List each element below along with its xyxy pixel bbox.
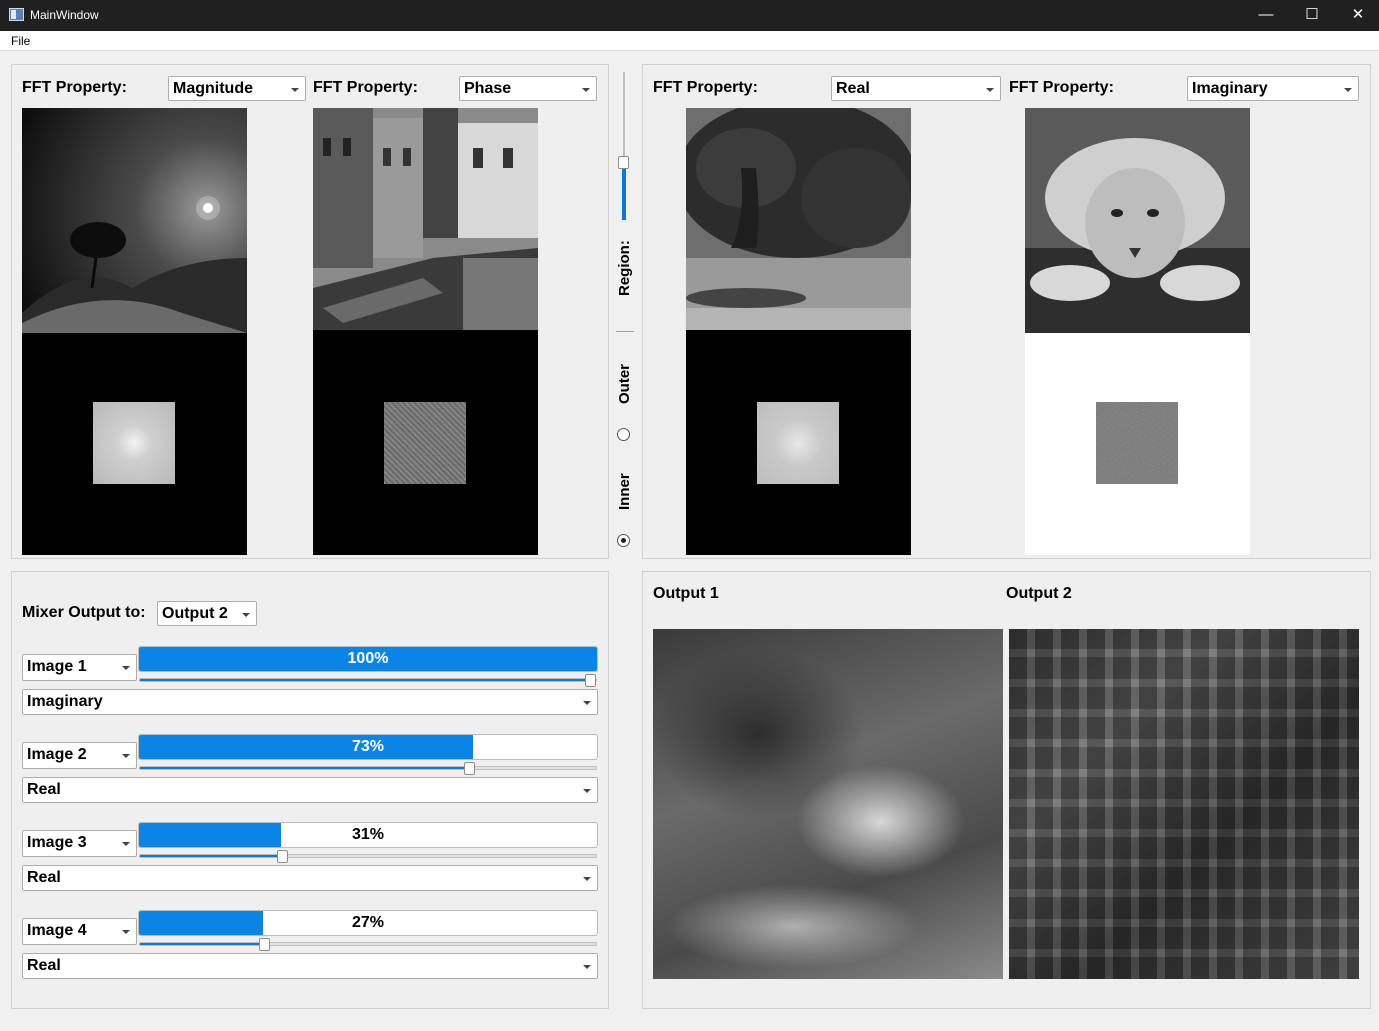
mixer-weight-slider-2[interactable] — [139, 766, 597, 770]
mixer-image-select-4[interactable]: Image 4 — [22, 918, 137, 945]
mixer-weight-text-4: 27% — [351, 914, 385, 931]
fft-property-select-2[interactable]: Phase — [459, 76, 597, 101]
mixer-image-select-1[interactable]: Image 1 — [22, 654, 137, 681]
mixer-weight-slider-1[interactable] — [139, 678, 597, 682]
output-2-view[interactable] — [1009, 629, 1359, 979]
fft-3-view[interactable] — [686, 330, 911, 555]
app-icon — [9, 8, 24, 21]
image-4-view[interactable] — [1025, 108, 1250, 333]
region-label: Region: — [616, 240, 633, 296]
region-divider — [616, 331, 634, 332]
fft-property-select-3[interactable]: Real — [831, 76, 1001, 101]
close-button[interactable]: ✕ — [1335, 0, 1379, 31]
mixer-output-label: Mixer Output to: — [22, 604, 146, 621]
inner-label: Inner — [616, 473, 633, 510]
menu-file[interactable]: File — [11, 34, 30, 48]
mixer-weight-bar-2: 73% — [138, 734, 598, 760]
mixer-component-select-4[interactable]: Real — [22, 953, 598, 979]
fft-2-region — [384, 402, 466, 484]
region-slider[interactable] — [622, 72, 626, 220]
fft-4-region — [1096, 402, 1178, 484]
fft-property-select-4[interactable]: Imaginary — [1187, 76, 1359, 101]
mixer-weight-text-2: 73% — [351, 738, 385, 755]
maximize-button[interactable]: ☐ — [1289, 0, 1335, 31]
fft-property-label-4: FFT Property: — [1009, 79, 1114, 96]
outer-radio[interactable] — [617, 428, 630, 441]
fft-property-label-2: FFT Property: — [313, 79, 418, 96]
mixer-weight-slider-3[interactable] — [139, 854, 597, 858]
image-3-view[interactable] — [686, 108, 911, 330]
fft-1-region — [93, 402, 175, 484]
mixer-weight-handle-4[interactable] — [259, 938, 270, 951]
region-slider-handle[interactable] — [618, 156, 629, 169]
fft-4-view[interactable] — [1025, 333, 1250, 555]
mixer-weight-text-1: 100% — [347, 650, 389, 667]
fft-3-region — [757, 402, 839, 484]
mixer-weight-handle-2[interactable] — [464, 762, 475, 775]
mixer-weight-bar-3: 31% — [138, 822, 598, 848]
fft-1-view[interactable] — [22, 333, 247, 555]
output-2-label: Output 2 — [1006, 585, 1072, 602]
title-bar: MainWindow — ☐ ✕ — [0, 0, 1379, 31]
output-1-label: Output 1 — [653, 585, 719, 602]
mixer-weight-text-3: 31% — [351, 826, 385, 843]
mixer-weight-slider-4[interactable] — [139, 942, 597, 946]
mixer-output-select[interactable]: Output 2 — [157, 601, 257, 626]
mixer-image-select-2[interactable]: Image 2 — [22, 742, 137, 769]
mixer-image-select-3[interactable]: Image 3 — [22, 830, 137, 857]
mixer-weight-bar-1: 100% — [138, 646, 598, 672]
inner-radio[interactable] — [617, 534, 630, 547]
mixer-component-select-1[interactable]: Imaginary — [22, 689, 598, 715]
fft-property-label-1: FFT Property: — [22, 79, 127, 96]
fft-property-label-3: FFT Property: — [653, 79, 758, 96]
mixer-weight-handle-3[interactable] — [277, 850, 288, 863]
mixer-component-select-3[interactable]: Real — [22, 865, 598, 891]
mixer-component-select-2[interactable]: Real — [22, 777, 598, 803]
minimize-button[interactable]: — — [1243, 0, 1289, 31]
output-1-view[interactable] — [653, 629, 1003, 979]
outer-label: Outer — [616, 363, 633, 404]
fft-2-view[interactable] — [313, 330, 538, 555]
window-title: MainWindow — [30, 8, 99, 22]
image-2-view[interactable] — [313, 108, 538, 330]
mixer-weight-handle-1[interactable] — [585, 674, 596, 687]
image-1-view[interactable] — [22, 108, 247, 333]
fft-property-select-1[interactable]: Magnitude — [168, 76, 306, 101]
menu-bar: File — [0, 31, 1379, 51]
mixer-weight-bar-4: 27% — [138, 910, 598, 936]
